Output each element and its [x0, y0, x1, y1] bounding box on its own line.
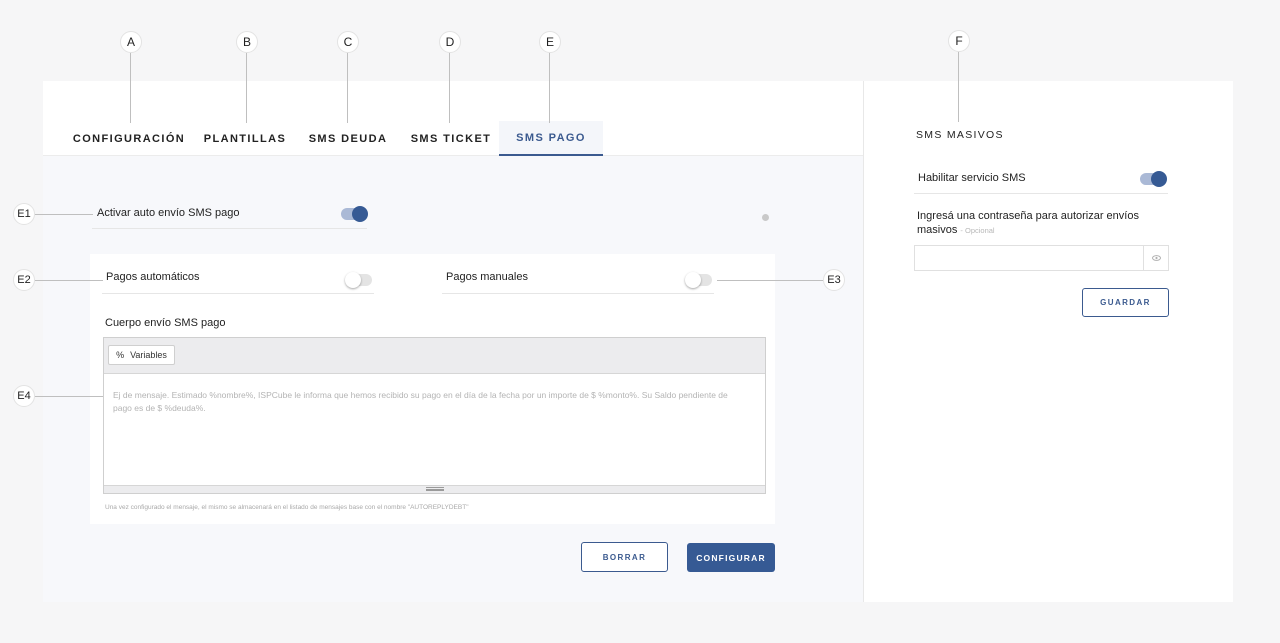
- message-placeholder: Ej de mensaje. Estimado %nombre%, ISPCub…: [113, 390, 728, 413]
- callout-line: [449, 53, 450, 123]
- callout-line: [35, 214, 93, 215]
- tab-sms-pago[interactable]: SMS PAGO: [499, 121, 603, 156]
- divider: [92, 228, 367, 229]
- sms-masivos-title: SMS MASIVOS: [916, 129, 1004, 141]
- callout-line: [717, 280, 823, 281]
- callout-line: [35, 280, 103, 281]
- divider: [102, 293, 374, 294]
- enable-sms-label: Habilitar servicio SMS: [918, 172, 1026, 184]
- editor-toolbar: % Variables: [104, 338, 765, 374]
- eye-icon[interactable]: [1143, 246, 1168, 270]
- message-editor[interactable]: % Variables Ej de mensaje. Estimado %nom…: [103, 337, 766, 494]
- callout-line: [549, 53, 550, 123]
- tab-plantillas[interactable]: PLANTILLAS: [199, 121, 291, 156]
- save-button[interactable]: GUARDAR: [1082, 288, 1169, 317]
- callout-e2: E2: [13, 269, 35, 291]
- callout-line: [130, 53, 131, 123]
- info-icon[interactable]: [762, 214, 769, 221]
- divider: [914, 193, 1168, 194]
- pagos-manuales-toggle[interactable]: [685, 272, 712, 288]
- pagos-manuales-label: Pagos manuales: [446, 271, 528, 283]
- callout-a: A: [120, 31, 142, 53]
- callout-line: [347, 53, 348, 123]
- callout-e: E: [539, 31, 561, 53]
- body-label: Cuerpo envío SMS pago: [105, 317, 226, 329]
- tab-configuracion[interactable]: CONFIGURACIÓN: [73, 121, 185, 156]
- password-label-text: Ingresá una contraseña para autorizar en…: [917, 210, 1139, 236]
- callout-line: [246, 53, 247, 123]
- resize-handle[interactable]: [104, 485, 765, 493]
- callout-line: [35, 396, 103, 397]
- clear-button[interactable]: BORRAR: [581, 542, 668, 572]
- configure-button[interactable]: CONFIGURAR: [687, 543, 775, 572]
- callout-d: D: [439, 31, 461, 53]
- password-input[interactable]: [914, 245, 1169, 271]
- sms-settings-panel: CONFIGURACIÓN PLANTILLAS SMS DEUDA SMS T…: [43, 81, 863, 602]
- enable-sms-toggle[interactable]: [1140, 171, 1167, 187]
- payment-sms-card: Pagos automáticos Pagos manuales Cuerpo …: [90, 254, 775, 524]
- tab-sms-ticket[interactable]: SMS TICKET: [407, 121, 495, 156]
- tab-bar: CONFIGURACIÓN PLANTILLAS SMS DEUDA SMS T…: [43, 121, 863, 156]
- callout-line: [958, 52, 959, 122]
- grip-icon: [426, 487, 444, 491]
- callout-f: F: [948, 30, 970, 52]
- tab-sms-deuda[interactable]: SMS DEUDA: [303, 121, 393, 156]
- callout-e3: E3: [823, 269, 845, 291]
- auto-send-label: Activar auto envío SMS pago: [97, 207, 240, 219]
- percent-icon: %: [116, 350, 125, 360]
- callout-b: B: [236, 31, 258, 53]
- callout-e4: E4: [13, 385, 35, 407]
- callout-e1: E1: [13, 203, 35, 225]
- auto-send-toggle[interactable]: [341, 206, 368, 222]
- pagos-automaticos-label: Pagos automáticos: [106, 271, 200, 283]
- pagos-automaticos-toggle[interactable]: [345, 272, 372, 288]
- sms-masivos-panel: SMS MASIVOS Habilitar servicio SMS Ingre…: [864, 81, 1233, 602]
- optional-label: - Opcional: [960, 226, 995, 235]
- variables-label: Variables: [130, 350, 167, 360]
- password-label: Ingresá una contraseña para autorizar en…: [917, 209, 1152, 238]
- variables-button[interactable]: % Variables: [108, 345, 175, 365]
- callout-c: C: [337, 31, 359, 53]
- divider: [442, 293, 714, 294]
- footnote: Una vez configurado el mensaje, el mismo…: [105, 504, 469, 511]
